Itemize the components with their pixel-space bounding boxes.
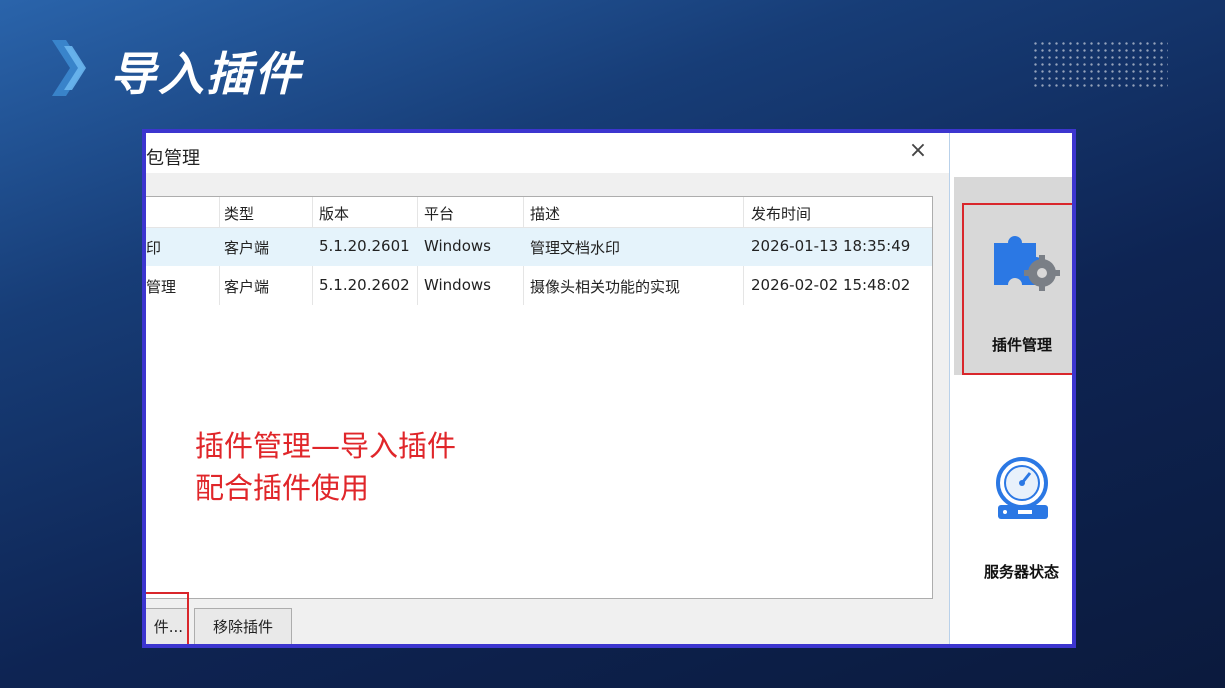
table-row[interactable]: 管理 客户端 5.1.20.2602 Windows 摄像头相关功能的实现 20… xyxy=(146,267,932,305)
dialog-title: 包管理 xyxy=(146,148,200,169)
slide-title: 导入插件 xyxy=(110,47,302,101)
cell-type: 客户端 xyxy=(224,278,270,296)
table-header: 类型 版本 平台 描述 发布时间 xyxy=(146,197,932,228)
table-row[interactable]: 印 客户端 5.1.20.2601 Windows 管理文档水印 2026-01… xyxy=(146,228,932,266)
server-status-label: 服务器状态 xyxy=(984,563,1060,581)
cell-name: 印 xyxy=(146,239,162,257)
chevron-right-icon xyxy=(52,40,86,96)
right-sidebar: 插件管理 服务器状态 xyxy=(952,133,1072,644)
annotation-line-2: 配合插件使用 xyxy=(195,471,370,505)
cell-name: 管理 xyxy=(146,278,177,296)
cell-description: 摄像头相关功能的实现 xyxy=(530,278,681,296)
cell-release-time: 2026-02-02 15:48:02 xyxy=(751,276,911,294)
column-header-platform[interactable]: 平台 xyxy=(424,203,454,224)
close-icon[interactable]: × xyxy=(906,139,930,163)
annotation-line-1: 插件管理—导入插件 xyxy=(195,429,457,463)
cell-type: 客户端 xyxy=(224,239,270,257)
screenshot-content: 包管理 × 类型 版本 平台 描述 发布时间 印 客户端 5.1.20.2601… xyxy=(146,133,1072,644)
column-header-version[interactable]: 版本 xyxy=(319,203,349,224)
package-manager-dialog: 包管理 × 类型 版本 平台 描述 发布时间 印 客户端 5.1.20.2601… xyxy=(146,133,950,644)
screenshot-frame: 包管理 × 类型 版本 平台 描述 发布时间 印 客户端 5.1.20.2601… xyxy=(142,129,1076,648)
column-header-type[interactable]: 类型 xyxy=(224,203,254,224)
plugin-table: 类型 版本 平台 描述 发布时间 印 客户端 5.1.20.2601 Windo… xyxy=(146,196,933,599)
remove-plugin-button[interactable]: 移除插件 xyxy=(194,608,292,644)
cell-description: 管理文档水印 xyxy=(530,239,621,257)
highlight-box-plugin-manage xyxy=(962,203,1072,375)
dialog-titlebar: 包管理 × xyxy=(146,133,949,173)
cell-platform: Windows xyxy=(424,276,491,294)
cell-version: 5.1.20.2601 xyxy=(319,237,410,255)
cell-version: 5.1.20.2602 xyxy=(319,276,410,294)
server-gauge-icon xyxy=(996,457,1048,519)
decorative-dot-grid xyxy=(1032,40,1168,90)
column-header-release-time[interactable]: 发布时间 xyxy=(751,203,811,224)
column-header-description[interactable]: 描述 xyxy=(530,203,560,224)
cell-release-time: 2026-01-13 18:35:49 xyxy=(751,237,911,255)
highlight-box-import xyxy=(146,592,189,644)
server-status-tile[interactable]: 服务器状态 xyxy=(954,443,1072,593)
cell-platform: Windows xyxy=(424,237,491,255)
